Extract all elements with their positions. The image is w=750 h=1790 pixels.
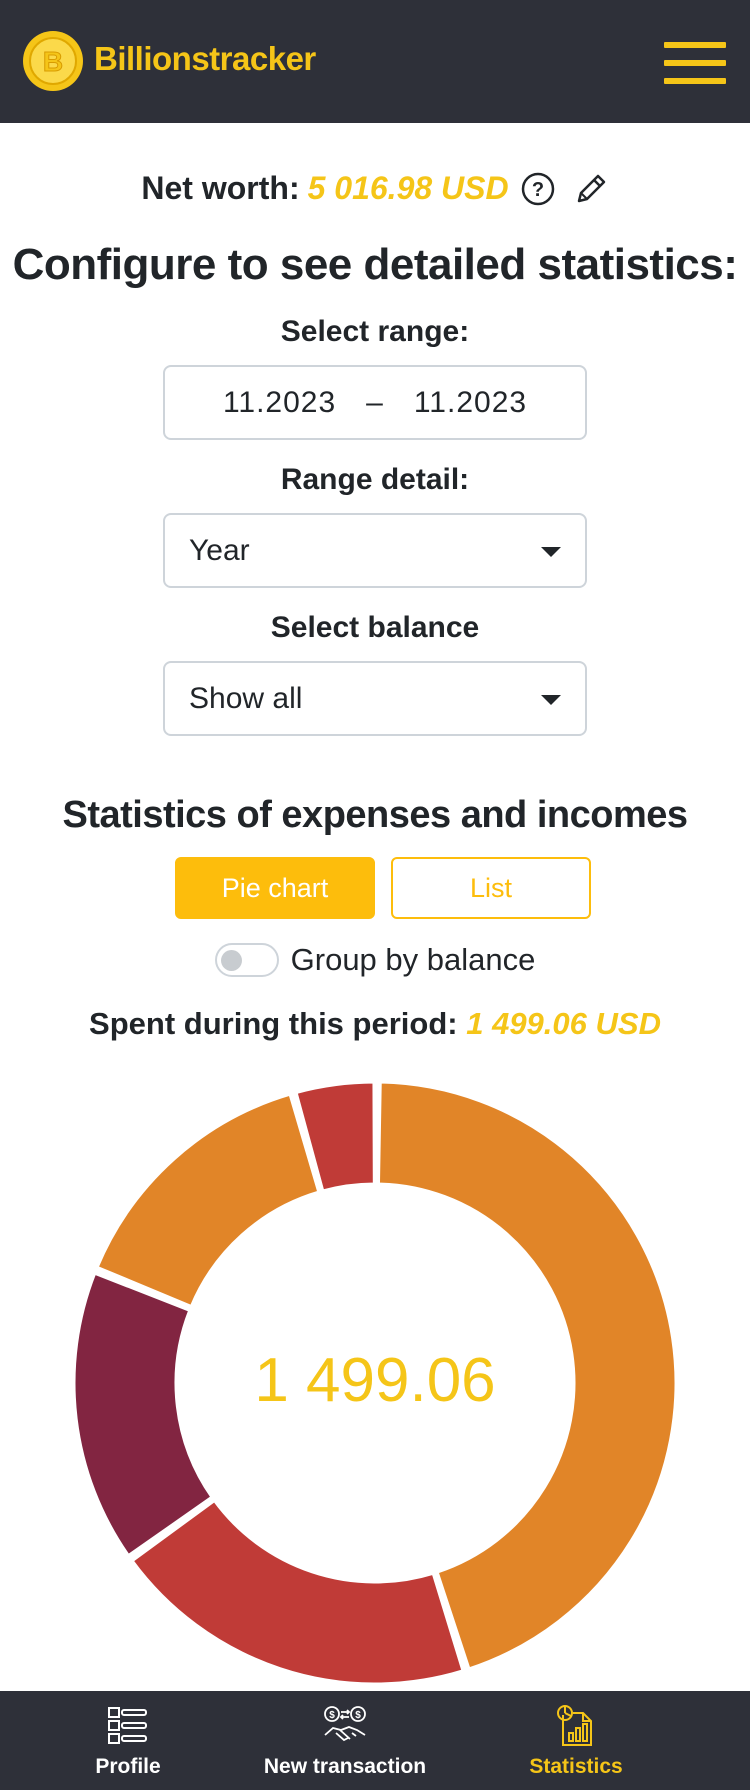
balance-label: Select balance — [270, 611, 480, 644]
svg-text:B: B — [43, 46, 63, 77]
range-end: 11.2023 — [413, 385, 528, 419]
list-button[interactable]: List — [391, 857, 591, 919]
balance-select[interactable]: Show all — [163, 661, 587, 736]
range-separator: – — [366, 385, 384, 419]
range-detail-label: Range detail: — [280, 463, 470, 496]
bottom-navbar: Profile $ $ New transaction Statistics — [0, 1691, 750, 1790]
nav-new-transaction-label: New transaction — [263, 1755, 427, 1778]
nav-statistics-label: Statistics — [529, 1755, 623, 1778]
brand-name[interactable]: Billionstracker — [94, 40, 316, 78]
spent-value: 1 499.06 USD — [466, 1006, 661, 1041]
donut-center-total: 1 499.06 — [254, 1346, 496, 1415]
hamburger-menu-icon[interactable] — [664, 42, 726, 84]
list-icon — [108, 1707, 147, 1744]
top-navbar: B Billionstracker — [0, 0, 750, 123]
donut-segment[interactable] — [95, 1092, 321, 1309]
balance-value: Show all — [189, 681, 303, 715]
nav-statistics[interactable]: Statistics — [520, 1691, 632, 1790]
range-start: 11.2023 — [222, 385, 337, 419]
spent-label: Spent during this period: — [89, 1006, 458, 1041]
donut-segment[interactable] — [130, 1498, 465, 1686]
bitcoin-logo-icon: B — [23, 31, 83, 91]
svg-text:?: ? — [532, 179, 544, 201]
question-circle-icon[interactable]: ? — [521, 172, 555, 206]
range-label: Select range: — [280, 315, 470, 348]
net-worth-label: Net worth: — [141, 170, 300, 206]
net-worth-value: 5 016.98 USD — [307, 170, 509, 206]
group-by-balance-label[interactable]: Group by balance — [291, 942, 536, 978]
handshake-exchange-icon: $ $ — [324, 1706, 366, 1742]
pie-chart-button[interactable]: Pie chart — [175, 857, 375, 919]
configure-title: Configure to see detailed statistics: — [12, 240, 738, 289]
svg-text:$: $ — [355, 1710, 361, 1721]
nav-new-transaction[interactable]: $ $ New transaction — [255, 1691, 435, 1790]
range-detail-value: Year — [189, 533, 250, 567]
caret-down-icon — [541, 695, 561, 705]
group-by-balance-toggle[interactable] — [214, 943, 279, 977]
spent-row: Spent during this period: 1 499.06 USD — [0, 1006, 750, 1042]
date-range-picker[interactable]: 11.2023 – 11.2023 — [163, 365, 587, 440]
pencil-icon[interactable] — [573, 171, 609, 207]
svg-text:$: $ — [329, 1710, 335, 1721]
caret-down-icon — [541, 547, 561, 557]
net-worth-row: Net worth: 5 016.98 USD ? — [0, 170, 750, 214]
group-by-balance-row: Group by balance — [0, 938, 750, 982]
range-detail-select[interactable]: Year — [163, 513, 587, 588]
nav-profile-label: Profile — [95, 1755, 161, 1778]
nav-profile[interactable]: Profile — [92, 1691, 164, 1790]
report-chart-icon — [557, 1705, 592, 1746]
statistics-title: Statistics of expenses and incomes — [62, 794, 688, 836]
